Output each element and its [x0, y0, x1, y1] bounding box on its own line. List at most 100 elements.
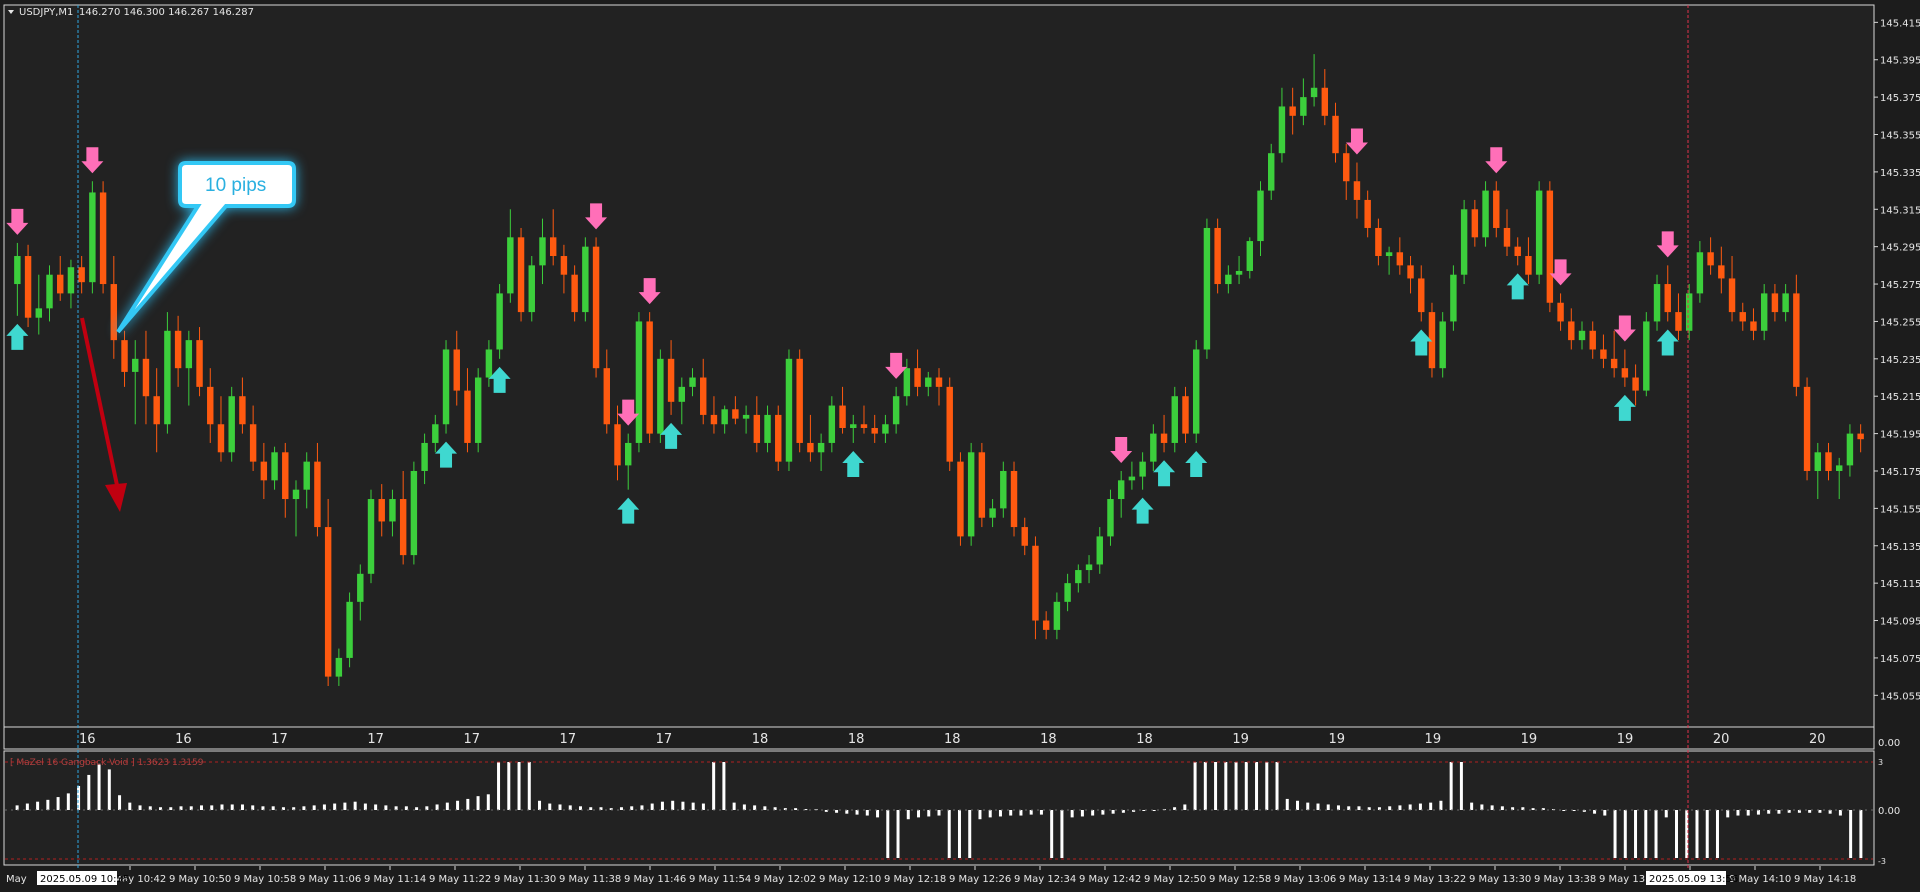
indicator-bar: [476, 796, 480, 810]
bear-candle: [807, 442, 814, 453]
bull-candle: [164, 330, 171, 425]
bull-candle: [507, 237, 514, 294]
indicator-bar: [312, 805, 316, 810]
day-strip-right-label: 0.00: [1878, 738, 1900, 749]
indicator-bar: [343, 802, 347, 810]
indicator-label: [ MaZel 16 Gangback Void ] 1.3623 1.3159: [10, 758, 204, 768]
bear-candle: [732, 409, 739, 419]
bull-candle: [582, 246, 589, 313]
day-strip-label: 17: [367, 732, 384, 747]
bull-candle: [1192, 349, 1200, 434]
indicator-bar: [855, 810, 859, 815]
bear-candle: [914, 368, 921, 387]
indicator-bar: [1091, 810, 1095, 816]
bear-candle: [249, 424, 257, 462]
indicator-bar: [896, 810, 900, 858]
indicator-bar: [1408, 804, 1412, 810]
indicator-bar: [1746, 810, 1750, 816]
indicator-bar: [353, 801, 357, 810]
indicator-bar: [251, 805, 255, 810]
bear-candle: [260, 461, 268, 481]
indicator-bar: [1398, 805, 1402, 810]
bear-candle: [1032, 545, 1039, 621]
price-tick-label: 145.395: [1880, 56, 1920, 67]
bear-candle: [860, 424, 868, 428]
time-tick-label: 9 May 11:54: [689, 874, 751, 885]
bear-candle: [142, 358, 150, 397]
day-strip-label: 18: [848, 732, 865, 747]
day-strip-label: 19: [1521, 732, 1538, 747]
indicator-bar: [527, 762, 531, 810]
bear-candle: [1589, 330, 1596, 350]
indicator-bar: [1593, 810, 1597, 814]
bear-candle: [710, 414, 718, 425]
indicator-bar: [1224, 762, 1228, 810]
bear-candle: [935, 377, 943, 387]
bull-candle: [1696, 252, 1704, 294]
bear-candle: [1728, 278, 1736, 313]
time-tick-label: 9 May 14:10: [1729, 874, 1791, 885]
indicator-bar: [87, 774, 91, 810]
indicator-bar: [1756, 810, 1760, 815]
time-tick-label: 9 May 12:34: [1014, 874, 1076, 885]
indicator-bar: [712, 762, 716, 810]
indicator-bar: [1439, 800, 1443, 810]
bear-candle: [324, 527, 332, 677]
time-tick-label: 9 May 13:14: [1339, 874, 1401, 885]
time-tick-label: 9 May 11:14: [364, 874, 426, 885]
indicator-bar: [876, 810, 880, 818]
price-tick-label: 145.215: [1880, 392, 1920, 403]
bull-candle: [721, 409, 728, 425]
indicator-bar: [763, 806, 767, 810]
bull-candle: [1235, 270, 1243, 275]
indicator-bar: [107, 769, 111, 810]
bull-candle: [892, 396, 900, 425]
bull-candle: [14, 256, 21, 285]
bull-candle: [46, 274, 53, 309]
indicator-bar: [456, 800, 460, 810]
indicator-bar: [1418, 803, 1422, 810]
indicator-axis-bottom: -3: [1878, 857, 1886, 866]
indicator-bar: [732, 802, 736, 810]
trading-chart[interactable]: 145.415 145.395 145.375 145.355 145.335 145.3…: [0, 0, 1920, 892]
bear-candle: [1803, 386, 1811, 471]
price-tick-label: 145.315: [1880, 205, 1920, 216]
indicator-bar: [671, 800, 675, 810]
indicator-bar: [497, 762, 501, 810]
indicator-bar: [589, 807, 593, 810]
time-tick-label: 9 May 12:10: [819, 874, 881, 885]
indicator-bar: [1726, 810, 1730, 818]
indicator-bar: [1347, 806, 1351, 810]
bull-candle: [1578, 330, 1586, 341]
indicator-bar: [1490, 805, 1494, 810]
bull-candle: [1835, 465, 1843, 471]
indicator-bar: [794, 808, 798, 810]
symbol-label: USDJPY,M1: [19, 7, 73, 18]
bull-candle: [485, 349, 493, 378]
bear-candle: [1707, 252, 1714, 266]
time-tick-label: 9 May 11:06: [299, 874, 361, 885]
bull-candle: [35, 308, 43, 318]
bear-candle: [946, 386, 953, 462]
price-tick-label: 145.195: [1880, 430, 1920, 441]
indicator-axis-top: 3: [1878, 758, 1883, 767]
indicator-bar: [1019, 810, 1023, 816]
indicator-bar: [322, 804, 326, 810]
time-tick-label: 9 May 13:30: [1469, 874, 1531, 885]
bull-candle: [1225, 274, 1232, 285]
indicator-bar: [56, 797, 60, 810]
bear-candle: [1343, 153, 1350, 182]
bull-candle: [785, 358, 793, 462]
indicator-bar: [1449, 762, 1453, 810]
day-strip-label: 20: [1713, 732, 1730, 747]
indicator-bar: [1255, 762, 1259, 810]
bear-candle: [121, 340, 128, 372]
indicator-bar: [630, 806, 634, 810]
indicator-bar: [906, 810, 910, 820]
bull-candle: [528, 265, 535, 313]
bull-candle: [689, 377, 696, 387]
main-pane[interactable]: [3, 4, 1875, 728]
indicator-bar: [578, 806, 582, 810]
bear-candle: [1503, 227, 1511, 247]
day-strip-label: 17: [271, 732, 288, 747]
